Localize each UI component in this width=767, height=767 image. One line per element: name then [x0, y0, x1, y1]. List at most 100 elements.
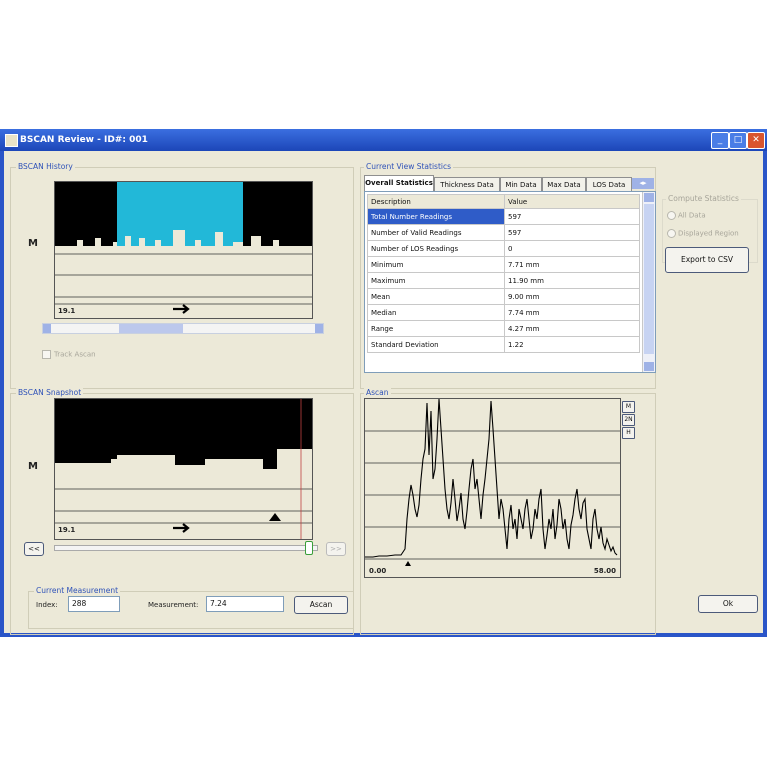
statistics-tabs: Overall Statistics Thickness Data Min Da… [364, 175, 656, 192]
statistics-table: Description Value Total Number Readings 5… [367, 194, 640, 353]
checkbox-icon [42, 350, 51, 359]
row-description: Number of Valid Readings [367, 224, 505, 241]
slider-thumb[interactable] [305, 541, 313, 555]
column-header-value[interactable]: Value [504, 194, 640, 209]
row-value: 597 [504, 208, 640, 225]
row-description: Number of LOS Readings [367, 240, 505, 257]
scroll-thumb[interactable] [119, 324, 183, 333]
current-measurement-label: Current Measurement [34, 586, 121, 595]
table-row[interactable]: Range 4.27 mm [367, 320, 640, 337]
track-ascan-checkbox[interactable]: Track Ascan [42, 350, 96, 359]
snapshot-position-slider[interactable] [54, 541, 318, 555]
row-description: Total Number Readings [367, 208, 505, 225]
row-description: Range [367, 320, 505, 337]
scroll-down-icon[interactable] [644, 362, 654, 371]
statistics-label: Current View Statistics [364, 162, 454, 171]
bscan-review-window: BSCAN Review - ID#: 001 _ □ ✕ BSCAN Hist… [0, 129, 767, 637]
bscan-snapshot-label: BSCAN Snapshot [16, 388, 84, 397]
bscan-history-label: BSCAN History [16, 162, 75, 171]
tab-min-data[interactable]: Min Data [500, 177, 542, 192]
tab-scroll-arrows-icon[interactable]: ◂▸ [632, 178, 654, 189]
row-value: 7.71 mm [504, 256, 640, 273]
column-header-description[interactable]: Description [367, 194, 505, 209]
bscan-snapshot-footer-value: 19.1 [58, 526, 76, 534]
ascan-x-start-label: 0.00 [369, 567, 387, 575]
app-icon [5, 134, 18, 147]
table-row[interactable]: Mean 9.00 mm [367, 288, 640, 305]
row-value: 1.22 [504, 336, 640, 353]
compute-statistics-label: Compute Statistics [666, 194, 741, 203]
table-row[interactable]: Number of Valid Readings 597 [367, 224, 640, 241]
history-thickness-profile [55, 230, 312, 254]
table-row[interactable]: Minimum 7.71 mm [367, 256, 640, 273]
measurement-label: Measurement: [148, 601, 199, 609]
statistics-vertical-scrollbar[interactable] [642, 192, 655, 372]
table-row[interactable]: Median 7.74 mm [367, 304, 640, 321]
radio-displayed-region[interactable]: Displayed Region [667, 229, 739, 238]
ascan-x-end-label: 58.00 [593, 567, 616, 575]
snapshot-thickness-profile [55, 449, 312, 471]
index-label: Index: [36, 601, 58, 609]
radio-all-data-label: All Data [678, 211, 706, 220]
ascan-plot-area[interactable]: 0.00 58.00 [364, 398, 621, 578]
bscan-snapshot-plot [55, 399, 312, 539]
radio-all-data[interactable]: All Data [667, 211, 706, 220]
ascan-waveform [365, 398, 618, 558]
row-description: Mean [367, 288, 505, 305]
tab-los-data[interactable]: LOS Data [586, 177, 632, 192]
title-bar: BSCAN Review - ID#: 001 _ □ ✕ [0, 129, 767, 151]
row-description: Standard Deviation [367, 336, 505, 353]
radio-icon [667, 229, 676, 238]
maximize-button[interactable]: □ [729, 132, 747, 149]
window-client-area: BSCAN History M 19.1 Track Ascan Current… [4, 151, 763, 635]
tab-max-data[interactable]: Max Data [542, 177, 586, 192]
row-description: Median [367, 304, 505, 321]
bscan-history-plot [55, 182, 312, 318]
row-value: 4.27 mm [504, 320, 640, 337]
index-field[interactable]: 288 [68, 596, 120, 612]
row-value: 11.90 mm [504, 272, 640, 289]
ascan-waveform-plot [365, 398, 620, 566]
statistics-table-container: Description Value Total Number Readings 5… [364, 191, 656, 373]
bscan-history-view[interactable]: 19.1 [54, 181, 313, 319]
export-csv-button[interactable]: Export to CSV [665, 247, 749, 273]
table-row[interactable]: Total Number Readings 597 [367, 208, 640, 225]
bscan-snapshot-view[interactable]: 19.1 [54, 398, 313, 540]
table-row[interactable]: Maximum 11.90 mm [367, 272, 640, 289]
ascan-h-button[interactable]: H [622, 427, 635, 439]
forward-button[interactable]: >> [326, 542, 346, 556]
bscan-history-footer-value: 19.1 [58, 307, 76, 315]
ok-button[interactable]: Ok [698, 595, 758, 613]
row-value: 7.74 mm [504, 304, 640, 321]
scroll-right-icon[interactable] [315, 324, 323, 333]
close-button[interactable]: ✕ [747, 132, 765, 149]
track-ascan-label: Track Ascan [54, 350, 96, 359]
measurement-field[interactable]: 7.24 [206, 596, 284, 612]
row-value: 9.00 mm [504, 288, 640, 305]
vertical-scroll-thumb[interactable] [644, 204, 654, 354]
row-description: Minimum [367, 256, 505, 273]
tab-thickness-data[interactable]: Thickness Data [434, 177, 500, 192]
ascan-label: Ascan [364, 388, 391, 397]
ascan-button[interactable]: Ascan [294, 596, 348, 614]
table-row[interactable]: Number of LOS Readings 0 [367, 240, 640, 257]
row-value: 597 [504, 224, 640, 241]
gate-marker-icon [405, 561, 411, 566]
bscan-history-m-label: M [28, 238, 38, 249]
ascan-2n-button[interactable]: 2N [622, 414, 635, 426]
table-row[interactable]: Standard Deviation 1.22 [367, 336, 640, 353]
row-description: Maximum [367, 272, 505, 289]
scroll-up-icon[interactable] [644, 193, 654, 202]
ascan-m-button[interactable]: M [622, 401, 635, 413]
rewind-button[interactable]: << [24, 542, 44, 556]
bscan-snapshot-m-label: M [28, 461, 38, 472]
radio-displayed-region-label: Displayed Region [678, 229, 739, 238]
window-title: BSCAN Review - ID#: 001 [20, 135, 148, 145]
radio-icon [667, 211, 676, 220]
tab-overall-statistics[interactable]: Overall Statistics [364, 175, 434, 192]
table-header-row: Description Value [367, 194, 640, 209]
scroll-left-icon[interactable] [43, 324, 51, 333]
bscan-history-scrollbar[interactable] [42, 323, 324, 334]
minimize-button[interactable]: _ [711, 132, 729, 149]
row-value: 0 [504, 240, 640, 257]
